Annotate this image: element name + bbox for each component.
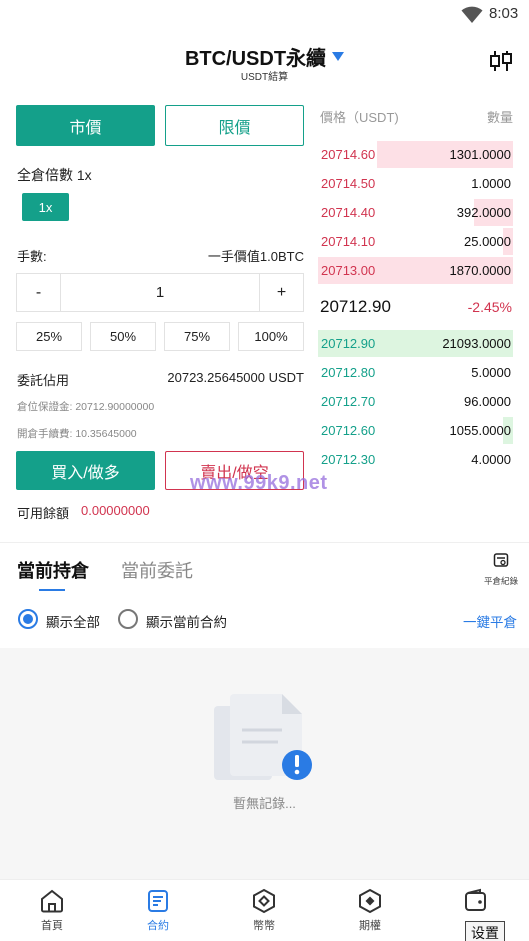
ask-row[interactable]: 20714.40 392.0000 [318,199,513,226]
available-balance-value: 0.00000000 [81,503,150,518]
show-all-radio[interactable] [18,609,38,629]
bid-amount: 96.0000 [464,394,511,409]
margin-value: 20723.25645000 USDT [167,370,304,385]
percent-25-button[interactable]: 25% [16,322,82,351]
tab-current-positions[interactable]: 當前持倉 [17,557,89,583]
available-balance-label: 可用餘額 [17,506,70,521]
bid-amount: 1055.0000 [449,423,511,438]
bid-price: 20712.80 [321,365,376,380]
section-divider [0,542,529,543]
market-order-tab[interactable]: 市價 [16,105,155,146]
wifi-icon [461,6,483,23]
status-time: 8:03 [489,5,519,22]
home-icon [41,889,63,913]
nav-coin-label: 幣幣 [253,920,275,932]
nav-coin[interactable]: 幣幣 [234,888,294,933]
show-current-contract-radio[interactable] [118,609,138,629]
increase-button[interactable]: + [259,274,303,311]
ask-row[interactable]: 20714.50 1.0000 [318,170,513,197]
bid-row[interactable]: 20712.30 4.0000 [318,446,513,473]
page-header: BTC/USDT永續 USDT結算 [0,36,529,86]
lot-value-text: 一手價值1.0BTC [207,249,304,264]
close-history-button[interactable]: 平倉紀錄 [482,552,520,586]
active-tab-indicator [39,589,65,591]
buy-long-button[interactable]: 買入/做多 [16,451,155,490]
ask-price: 20714.60 [321,147,376,162]
ask-amount: 25.0000 [464,234,511,249]
bid-price: 20712.70 [321,394,376,409]
options-icon [359,888,381,914]
ask-row[interactable]: 20714.10 25.0000 [318,228,513,255]
position-margin-text: 倉位保證金: 20712.90000000 [17,401,155,413]
bottom-nav: 首頁 合約 幣幣 期權 [0,879,529,941]
open-fee-text: 開倉手續費: 10.35645000 [17,428,137,440]
contract-icon [148,890,168,912]
ask-price: 20714.50 [321,176,376,191]
last-price: 20712.90 [320,297,391,316]
bid-row[interactable]: 20712.60 1055.0000 [318,417,513,444]
leverage-chip[interactable]: 1x [22,193,69,221]
bid-row[interactable]: 20712.80 5.0000 [318,359,513,386]
orderbook-amount-header: 數量 [486,110,513,125]
nav-contract-label: 合約 [147,920,169,932]
ask-price: 20714.40 [321,205,376,220]
bid-amount: 5.0000 [471,365,511,380]
empty-text: 暫無記錄... [233,796,296,811]
quantity-label: 手數: [17,249,47,264]
bid-amount: 4.0000 [471,452,511,467]
empty-document-icon [214,694,312,780]
settings-tooltip: 设置 [465,921,505,941]
show-current-contract-label: 顯示當前合約 [146,615,227,630]
wallet-icon [465,888,486,911]
watermark-text: www.99k9.net [190,472,328,494]
status-bar: 8:03 [0,0,529,30]
bid-row[interactable]: 20712.90 21093.0000 [318,330,513,357]
candlestick-chart-icon[interactable] [489,48,513,74]
decrease-button[interactable]: - [17,274,61,311]
quantity-stepper: - 1 + [16,273,304,312]
coin-icon [253,888,275,914]
limit-order-tab[interactable]: 限價 [165,105,304,146]
history-record-icon [493,553,509,567]
orderbook-price-header: 價格（USDT) [320,110,399,125]
ask-amount: 1301.0000 [449,147,511,162]
percent-100-button[interactable]: 100% [238,322,304,351]
nav-home-label: 首頁 [41,920,63,932]
bid-price: 20712.90 [321,336,376,351]
ask-row[interactable]: 20713.00 1870.0000 [318,257,513,284]
nav-wallet[interactable] [446,888,506,917]
ask-row[interactable]: 20714.60 1301.0000 [318,141,513,168]
pair-selector[interactable]: BTC/USDT永續 [0,42,529,71]
settlement-subtitle: USDT結算 [240,72,289,83]
ask-amount: 1.0000 [471,176,511,191]
nav-options-label: 期權 [359,920,381,932]
page-title: BTC/USDT永續 [184,48,327,70]
close-all-button[interactable]: 一鍵平倉 [463,611,517,631]
price-change: -2.45% [467,299,512,315]
nav-home[interactable]: 首頁 [22,888,82,933]
ask-amount: 1870.0000 [449,263,511,278]
show-all-label: 顯示全部 [46,615,100,630]
ask-price: 20714.10 [321,234,376,249]
nav-contract[interactable]: 合約 [128,888,188,933]
leverage-label: 全倉倍數 1x [17,167,92,183]
bid-price: 20712.30 [321,452,376,467]
ask-price: 20713.00 [321,263,376,278]
bid-row[interactable]: 20712.70 96.0000 [318,388,513,415]
tab-current-orders[interactable]: 當前委託 [121,557,193,583]
dropdown-caret-icon [332,52,345,61]
margin-label: 委託佔用 [17,373,70,388]
bid-price: 20712.60 [321,423,376,438]
quantity-input[interactable]: 1 [61,274,259,311]
percent-50-button[interactable]: 50% [90,322,156,351]
close-history-label: 平倉紀錄 [483,576,518,586]
nav-options[interactable]: 期權 [340,888,400,933]
percent-75-button[interactable]: 75% [164,322,230,351]
ask-amount: 392.0000 [456,205,511,220]
bid-amount: 21093.0000 [442,336,511,351]
